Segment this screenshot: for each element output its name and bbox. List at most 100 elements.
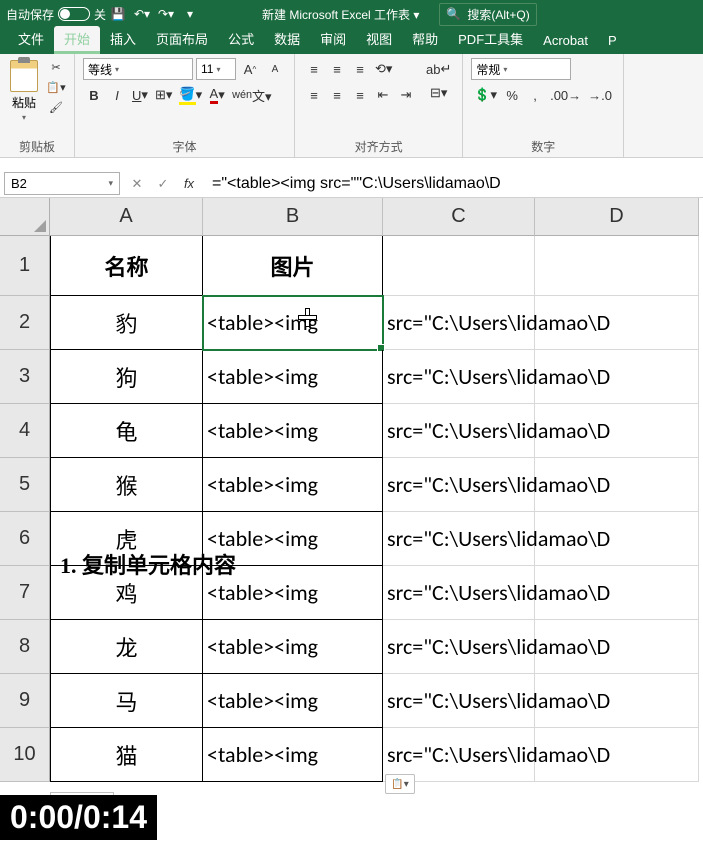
column-header-A[interactable]: A (50, 198, 203, 236)
increase-indent-button[interactable]: ⇥ (395, 84, 417, 106)
row-header-5[interactable]: 5 (0, 458, 50, 512)
paste-options-icon[interactable]: 📋▾ (385, 774, 415, 794)
align-left-button[interactable]: ≡ (303, 84, 325, 106)
cell-C3[interactable]: src="C:\Users\lidamao\D (383, 350, 535, 404)
comma-button[interactable]: , (524, 84, 546, 106)
cell-D2[interactable] (535, 296, 699, 350)
cell-A1[interactable]: 名称 (50, 236, 203, 296)
tab-help[interactable]: 帮助 (402, 26, 448, 54)
fx-icon[interactable]: fx (180, 175, 198, 193)
row-header-1[interactable]: 1 (0, 236, 50, 296)
decrease-decimal-button[interactable]: →.0 (585, 84, 615, 106)
search-box[interactable]: 🔍 搜索(Alt+Q) (439, 3, 536, 26)
redo-icon[interactable]: ↷▾ (158, 6, 174, 22)
tab-home[interactable]: 开始 (54, 26, 100, 54)
qat-dropdown-icon[interactable]: ▾ (182, 6, 198, 22)
tab-pdf[interactable]: PDF工具集 (448, 26, 533, 54)
row-header-8[interactable]: 8 (0, 620, 50, 674)
percent-button[interactable]: % (501, 84, 523, 106)
cell-B9[interactable]: <table><img (203, 674, 383, 728)
increase-decimal-button[interactable]: .00→ (547, 84, 584, 106)
cell-A10[interactable]: 猫 (50, 728, 203, 782)
select-all-corner[interactable] (0, 198, 50, 236)
align-bottom-button[interactable]: ≡ (349, 58, 371, 80)
font-size-select[interactable]: 11▾ (196, 58, 236, 80)
align-top-button[interactable]: ≡ (303, 58, 325, 80)
cell-A5[interactable]: 猴 (50, 458, 203, 512)
cell-C5[interactable]: src="C:\Users\lidamao\D (383, 458, 535, 512)
cell-A2[interactable]: 豹 (50, 296, 203, 350)
save-icon[interactable]: 💾 (110, 6, 126, 22)
cell-D10[interactable] (535, 728, 699, 782)
column-header-C[interactable]: C (383, 198, 535, 236)
cell-D3[interactable] (535, 350, 699, 404)
cell-C9[interactable]: src="C:\Users\lidamao\D (383, 674, 535, 728)
row-header-6[interactable]: 6 (0, 512, 50, 566)
tab-page-layout[interactable]: 页面布局 (146, 26, 218, 54)
tab-file[interactable]: 文件 (8, 26, 54, 54)
paste-button[interactable]: 粘贴 ▾ (8, 58, 40, 124)
tab-data[interactable]: 数据 (264, 26, 310, 54)
cell-D7[interactable] (535, 566, 699, 620)
cell-A9[interactable]: 马 (50, 674, 203, 728)
align-right-button[interactable]: ≡ (349, 84, 371, 106)
cell-A4[interactable]: 龟 (50, 404, 203, 458)
formula-input[interactable]: ="<table><img src=""C:\Users\lidamao\D (206, 170, 703, 197)
cut-button[interactable]: ✂ (46, 58, 66, 76)
wrap-text-button[interactable]: ab↵ (423, 58, 454, 80)
cell-D9[interactable] (535, 674, 699, 728)
cell-B10[interactable]: <table><img (203, 728, 383, 782)
copy-button[interactable]: 📋▾ (46, 78, 66, 96)
cell-B5[interactable]: <table><img (203, 458, 383, 512)
font-color-button[interactable]: A▾ (206, 84, 228, 106)
cell-C7[interactable]: src="C:\Users\lidamao\D (383, 566, 535, 620)
cell-C1[interactable] (383, 236, 535, 296)
row-header-9[interactable]: 9 (0, 674, 50, 728)
cell-D6[interactable] (535, 512, 699, 566)
cell-C4[interactable]: src="C:\Users\lidamao\D (383, 404, 535, 458)
increase-font-button[interactable]: A^ (239, 58, 261, 80)
orientation-button[interactable]: ⟲▾ (372, 58, 395, 80)
row-header-10[interactable]: 10 (0, 728, 50, 782)
cell-B4[interactable]: <table><img (203, 404, 383, 458)
italic-button[interactable]: I (106, 84, 128, 106)
number-format-select[interactable]: 常规▾ (471, 58, 571, 80)
underline-button[interactable]: U▾ (129, 84, 151, 106)
toggle-switch[interactable] (58, 7, 90, 21)
format-painter-button[interactable]: 🖌 (46, 98, 66, 116)
cell-A8[interactable]: 龙 (50, 620, 203, 674)
column-header-B[interactable]: B (203, 198, 383, 236)
cell-A3[interactable]: 狗 (50, 350, 203, 404)
fill-color-button[interactable]: 🪣▾ (176, 84, 205, 106)
tab-insert[interactable]: 插入 (100, 26, 146, 54)
row-header-2[interactable]: 2 (0, 296, 50, 350)
tab-formulas[interactable]: 公式 (218, 26, 264, 54)
cell-B1[interactable]: 图片 (203, 236, 383, 296)
accounting-button[interactable]: 💲▾ (471, 84, 500, 106)
cell-C6[interactable]: src="C:\Users\lidamao\D (383, 512, 535, 566)
enter-icon[interactable]: ✓ (154, 175, 172, 193)
align-center-button[interactable]: ≡ (326, 84, 348, 106)
cell-D8[interactable] (535, 620, 699, 674)
cell-D4[interactable] (535, 404, 699, 458)
name-box[interactable]: B2 ▾ (4, 172, 120, 195)
tab-acrobat[interactable]: Acrobat (533, 30, 598, 54)
document-title[interactable]: 新建 Microsoft Excel 工作表 ▾ (262, 6, 419, 23)
decrease-font-button[interactable]: A (264, 58, 286, 80)
decrease-indent-button[interactable]: ⇤ (372, 84, 394, 106)
cell-C8[interactable]: src="C:\Users\lidamao\D (383, 620, 535, 674)
autosave-toggle[interactable]: 自动保存 关 (6, 6, 106, 23)
cell-C2[interactable]: src="C:\Users\lidamao\D (383, 296, 535, 350)
tab-review[interactable]: 审阅 (310, 26, 356, 54)
cancel-icon[interactable]: ✕ (128, 175, 146, 193)
cell-B3[interactable]: <table><img (203, 350, 383, 404)
cell-D5[interactable] (535, 458, 699, 512)
cell-D1[interactable] (535, 236, 699, 296)
align-middle-button[interactable]: ≡ (326, 58, 348, 80)
cell-B8[interactable]: <table><img (203, 620, 383, 674)
merge-button[interactable]: ⊟▾ (423, 82, 454, 104)
row-header-4[interactable]: 4 (0, 404, 50, 458)
font-name-select[interactable]: 等线▾ (83, 58, 193, 80)
cell-B2[interactable]: <table><img (203, 296, 383, 350)
row-header-7[interactable]: 7 (0, 566, 50, 620)
